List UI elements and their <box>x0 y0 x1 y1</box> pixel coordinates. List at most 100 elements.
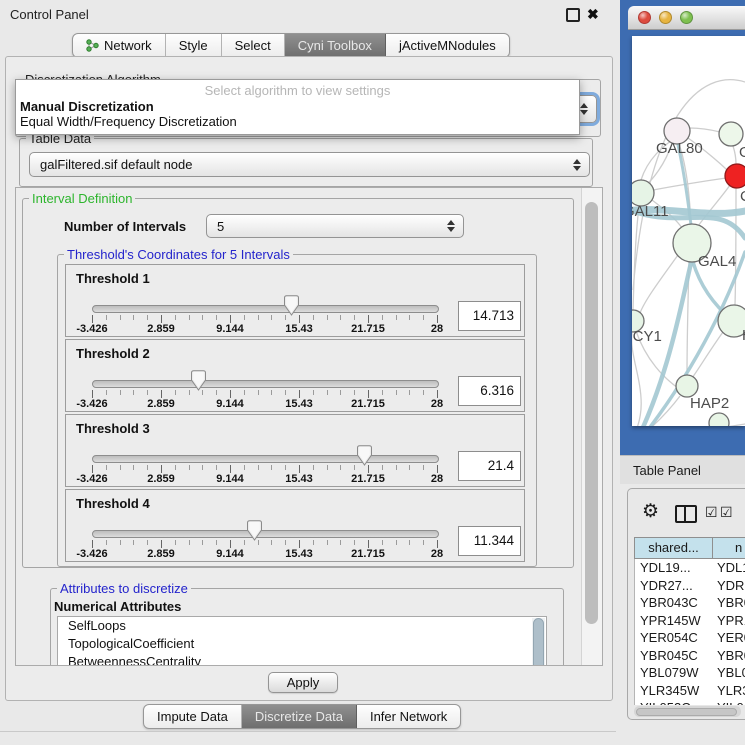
tick-mark <box>285 390 286 395</box>
tick-mark <box>340 540 341 545</box>
table-row[interactable]: YER054CYER0 <box>635 629 745 647</box>
table-row[interactable]: YBL079WYBL0 <box>635 664 745 682</box>
table-panel-titlebar: Table Panel <box>620 455 745 484</box>
tick-mark <box>244 390 245 395</box>
tick-mark <box>216 390 217 395</box>
threshold-label: Threshold 3 <box>76 421 150 436</box>
algorithm-option-equal-width-frequency-discretization[interactable]: Equal Width/Frequency Discretization <box>16 114 579 129</box>
main-scrollbar-thumb[interactable] <box>585 202 598 624</box>
table-data-select[interactable]: galFiltered.sif default node <box>29 152 590 177</box>
attribute-item-selfloops[interactable]: SelfLoops <box>58 617 546 635</box>
threshold-slider-track[interactable] <box>92 305 439 313</box>
column-header-shared[interactable]: shared... <box>635 538 713 558</box>
gear-icon[interactable]: ⚙ <box>642 500 659 523</box>
tick-mark <box>382 465 383 470</box>
threshold-3-handle[interactable] <box>357 445 372 466</box>
table-rows: YDL19...YDL1YDR27...YDR2YBR043CYBR0YPR14… <box>634 559 745 705</box>
tick-mark <box>354 315 355 320</box>
network-node-label: HAP2 <box>690 395 729 412</box>
table-hscrollbar-thumb[interactable] <box>636 708 737 716</box>
threshold-3-value[interactable]: 21.4 <box>458 451 521 481</box>
tick-mark <box>106 390 107 395</box>
tab-style[interactable]: Style <box>166 34 222 57</box>
main-scrollbar[interactable] <box>581 188 602 665</box>
tab-jactivemnodules[interactable]: jActiveMNodules <box>386 34 509 57</box>
tick-mark <box>271 315 272 320</box>
scale-label: 15.43 <box>285 548 313 560</box>
tick-mark <box>202 465 203 470</box>
network-node-c[interactable] <box>725 164 745 188</box>
tab-impute-data[interactable]: Impute Data <box>144 705 242 728</box>
tick-mark <box>244 540 245 545</box>
attribute-item-betweennesscentrality[interactable]: BetweennessCentrality <box>58 653 546 666</box>
tick-mark <box>133 315 134 320</box>
tick-mark <box>299 390 300 398</box>
scale-label: 9.144 <box>216 398 244 410</box>
table-cell: YBL0 <box>712 665 745 680</box>
table-row[interactable]: YIL052CYIL0 <box>635 699 745 705</box>
split-columns-icon[interactable] <box>675 505 697 523</box>
tick-mark <box>189 315 190 320</box>
tab-select[interactable]: Select <box>222 34 285 57</box>
threshold-2-value[interactable]: 6.316 <box>458 376 521 406</box>
tick-mark <box>189 390 190 395</box>
tab-network[interactable]: Network <box>73 34 166 57</box>
network-node-h[interactable] <box>718 305 745 337</box>
threshold-1-value[interactable]: 14.713 <box>458 301 521 331</box>
tick-mark <box>423 465 424 470</box>
tick-mark <box>244 465 245 470</box>
tick-mark <box>327 540 328 545</box>
table-row[interactable]: YDL19...YDL1 <box>635 559 745 577</box>
tick-mark <box>313 465 314 470</box>
network-edge <box>640 255 678 313</box>
tab-discretize-data[interactable]: Discretize Data <box>242 705 357 728</box>
scale-label: 28 <box>431 548 443 560</box>
tick-mark <box>368 540 369 548</box>
table-row[interactable]: YLR345WYLR3 <box>635 682 745 700</box>
tick-mark <box>285 540 286 545</box>
scale-label: -3.426 <box>76 398 107 410</box>
table-cell: YPR1 <box>712 613 745 628</box>
network-node-g[interactable] <box>719 122 743 146</box>
network-node-hap2[interactable] <box>676 375 698 397</box>
tab-label: Style <box>179 38 208 53</box>
threshold-2-handle[interactable] <box>191 370 206 391</box>
threshold-4-handle[interactable] <box>247 520 262 541</box>
tab-label: Cyni Toolbox <box>298 38 372 53</box>
checkbox-checked-icon[interactable]: ☑ <box>720 504 733 521</box>
close-icon[interactable]: ✖ <box>587 7 599 21</box>
tick-mark <box>409 540 410 545</box>
tick-mark <box>271 465 272 470</box>
threshold-panel-1: Threshold 1-3.4262.8599.14415.4321.71528… <box>65 264 525 337</box>
table-row[interactable]: YBR045CYBR0 <box>635 647 745 665</box>
attributes-scrollbar[interactable] <box>532 618 545 666</box>
threshold-slider-track[interactable] <box>92 530 439 538</box>
threshold-1-handle[interactable] <box>284 295 299 316</box>
algorithm-option-manual-discretization[interactable]: Manual Discretization <box>16 99 579 114</box>
tick-mark <box>423 315 424 320</box>
attribute-item-topologicalcoefficient[interactable]: TopologicalCoefficient <box>58 635 546 653</box>
tab-cyni-toolbox[interactable]: Cyni Toolbox <box>285 34 386 57</box>
threshold-label: Threshold 1 <box>76 271 150 286</box>
apply-button[interactable]: Apply <box>268 672 338 693</box>
table-data-group: Table Data galFiltered.sif default node <box>19 138 593 187</box>
tab-label: Infer Network <box>370 709 447 724</box>
number-of-intervals-select[interactable]: 5 <box>206 214 464 238</box>
threshold-4-value[interactable]: 11.344 <box>458 526 521 556</box>
threshold-slider-track[interactable] <box>92 455 439 463</box>
table-row[interactable]: YPR145WYPR1 <box>635 612 745 630</box>
table-row[interactable]: YDR27...YDR2 <box>635 577 745 595</box>
table-cell: YIL052C <box>635 700 712 705</box>
network-edge <box>735 188 736 305</box>
table-hscrollbar[interactable] <box>634 706 741 717</box>
float-window-icon[interactable] <box>566 8 580 22</box>
table-row[interactable]: YBR043CYBR0 <box>635 594 745 612</box>
attributes-scrollbar-thumb[interactable] <box>533 618 544 666</box>
tick-mark <box>327 390 328 395</box>
column-header-n[interactable]: n <box>713 538 745 558</box>
threshold-slider-track[interactable] <box>92 380 439 388</box>
tab-infer-network[interactable]: Infer Network <box>357 705 460 728</box>
tick-mark <box>285 465 286 470</box>
checkbox-checked-icon[interactable]: ☑ <box>705 504 718 521</box>
network-node-partial[interactable] <box>709 413 729 433</box>
